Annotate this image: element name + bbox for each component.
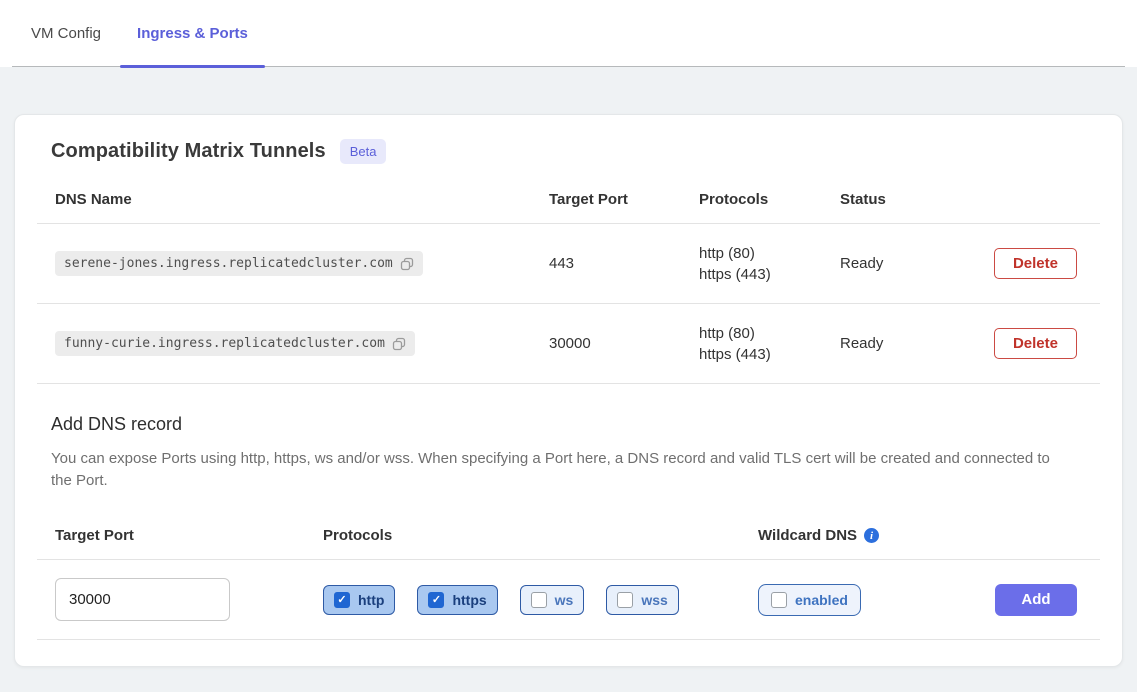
delete-button[interactable]: Delete [994,248,1077,279]
protocol-line: http (80) [699,323,840,344]
protocol-checkbox-http[interactable]: ✓ http [323,585,395,615]
tab-bar-inner: VM Config Ingress & Ports [12,0,1125,67]
dns-name-pill: serene-jones.ingress.replicatedcluster.c… [55,251,423,276]
dns-name-text: funny-curie.ingress.replicatedcluster.co… [64,336,385,351]
tab-ingress-ports[interactable]: Ingress & Ports [120,0,265,66]
form-header-row: Target Port Protocols Wildcard DNS i [37,512,1100,560]
copy-icon[interactable] [392,337,406,351]
add-dns-description: You can expose Ports using http, https, … [51,448,1063,492]
header-target-port: Target Port [549,191,699,208]
tab-bar: VM Config Ingress & Ports [0,0,1137,67]
tab-vm-config[interactable]: VM Config [12,0,120,66]
wildcard-enabled-checkbox[interactable]: enabled [758,584,861,616]
add-dns-record-title: Add DNS record [51,414,1100,435]
protocol-line: https (443) [699,264,840,285]
table-row: funny-curie.ingress.replicatedcluster.co… [37,304,1100,384]
protocol-checkbox-wss[interactable]: wss [606,585,678,615]
checkbox-unchecked-icon [617,592,633,608]
protocol-label: ws [555,592,574,608]
checkbox-unchecked-icon [531,592,547,608]
protocol-checkbox-ws[interactable]: ws [520,585,585,615]
info-icon[interactable]: i [864,528,879,543]
form-header-target-port: Target Port [55,527,323,544]
form-header-protocols: Protocols [323,527,758,544]
header-protocols: Protocols [699,189,840,210]
checkbox-checked-icon: ✓ [428,592,444,608]
copy-icon[interactable] [400,257,414,271]
checkbox-unchecked-icon [771,592,787,608]
protocol-line: https (443) [699,344,840,365]
protocol-label: https [452,592,486,608]
protocol-checkbox-https[interactable]: ✓ https [417,585,497,615]
protocol-label: wss [641,592,667,608]
protocol-line: http (80) [699,243,840,264]
page: VM Config Ingress & Ports Compatibility … [0,0,1137,667]
tunnels-card: Compatibility Matrix Tunnels Beta DNS Na… [14,114,1123,667]
protocol-label: http [358,592,384,608]
checkbox-checked-icon: ✓ [334,592,350,608]
wildcard-label: enabled [795,592,848,608]
table-row: serene-jones.ingress.replicatedcluster.c… [37,224,1100,304]
card-title: Compatibility Matrix Tunnels [51,140,326,163]
protocol-checkbox-group: ✓ http ✓ https ws wss [323,585,758,615]
form-header-wildcard-dns: Wildcard DNS [758,527,857,544]
dns-name-pill: funny-curie.ingress.replicatedcluster.co… [55,331,415,356]
target-port-value: 30000 [549,335,699,352]
table-header-row: DNS Name Target Port Protocols Status [37,176,1100,224]
dns-name-text: serene-jones.ingress.replicatedcluster.c… [64,256,393,271]
status-value: Ready [840,335,940,352]
target-port-value: 443 [549,255,699,272]
header-dns-name: DNS Name [55,191,549,208]
add-button[interactable]: Add [995,584,1077,616]
beta-badge: Beta [340,139,387,164]
target-port-input[interactable] [55,578,230,621]
card-title-row: Compatibility Matrix Tunnels Beta [37,139,1100,164]
delete-button[interactable]: Delete [994,328,1077,359]
header-status: Status [840,191,940,208]
status-value: Ready [840,255,940,272]
form-row: ✓ http ✓ https ws wss [37,560,1100,640]
